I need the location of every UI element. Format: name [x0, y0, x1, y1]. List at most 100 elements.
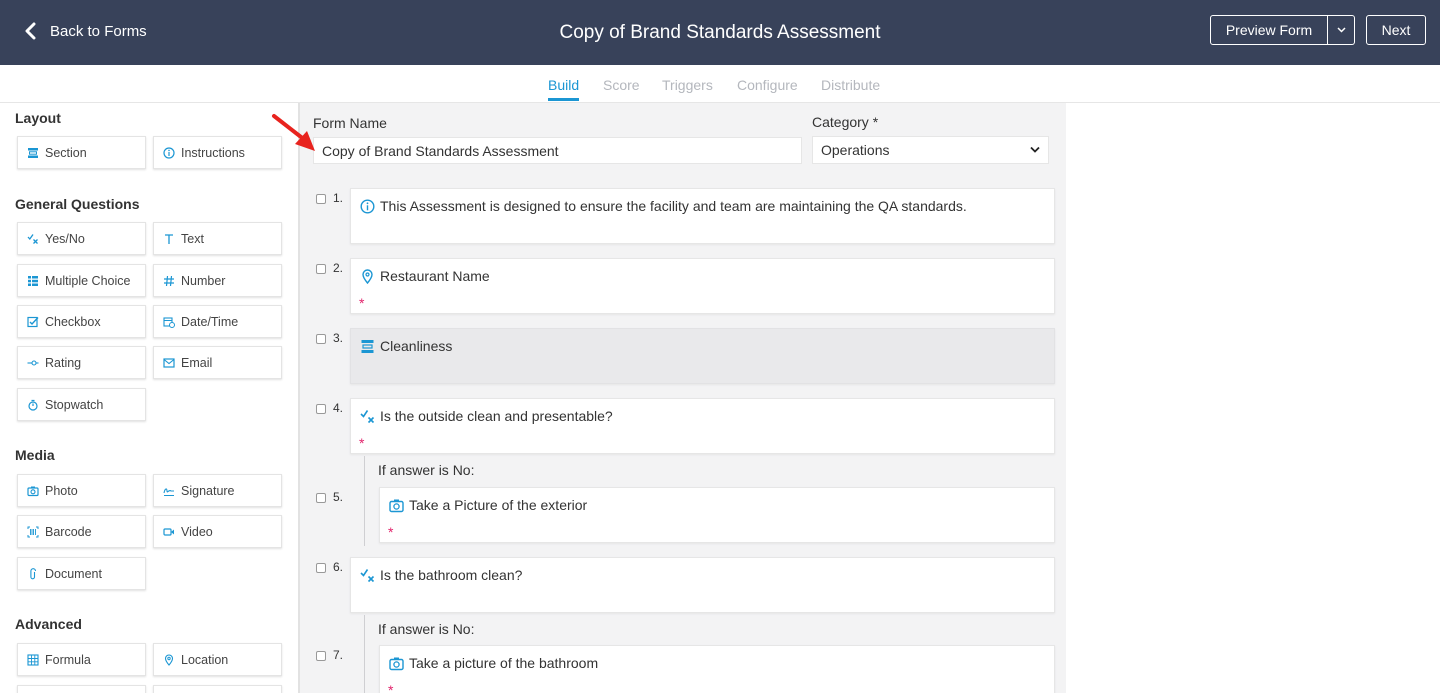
camera-icon [389, 657, 404, 671]
question-select-checkbox[interactable] [316, 651, 326, 661]
tool-instructions[interactable]: Instructions [153, 136, 282, 169]
tool-stopwatch[interactable]: Stopwatch [17, 388, 146, 421]
question-card[interactable]: Restaurant Name * [350, 258, 1055, 314]
category-value: Operations [821, 142, 890, 158]
tool-label: Date/Time [181, 314, 239, 329]
tool-document[interactable]: Document [17, 557, 146, 590]
tab-triggers[interactable]: Triggers [662, 77, 713, 93]
question-text: Restaurant Name [380, 268, 490, 284]
tool-checkbox[interactable]: Checkbox [17, 305, 146, 338]
stopwatch-icon [28, 399, 38, 411]
required-marker: * [359, 295, 365, 311]
category-select[interactable]: Operations [812, 136, 1049, 164]
tool-label: Checkbox [45, 314, 101, 329]
required-marker: * [388, 682, 394, 693]
rating-icon [27, 359, 39, 366]
required-marker: * [359, 435, 365, 451]
tool-signature[interactable]: Signature [153, 474, 282, 507]
paperclip-icon [30, 567, 37, 579]
question-select-checkbox[interactable] [316, 563, 326, 573]
question-number: 7. [333, 648, 344, 662]
tool-rating[interactable]: Rating [17, 346, 146, 379]
tool-yes-no[interactable]: Yes/No [17, 222, 146, 255]
question-card[interactable]: Is the bathroom clean? [350, 557, 1055, 613]
info-icon [360, 199, 375, 214]
tool-label: Text [181, 231, 204, 246]
question-number: 3. [333, 331, 344, 345]
tool-label: Section [45, 145, 87, 160]
question-number: 6. [333, 560, 344, 574]
text-icon [165, 233, 173, 244]
form-builder-canvas: Form Name Copy of Brand Standards Assess… [300, 103, 1066, 693]
question-text: Is the bathroom clean? [380, 567, 523, 583]
question-toolbox: Layout Section Instructions General Ques… [0, 103, 300, 693]
question-card[interactable]: This Assessment is designed to ensure th… [350, 188, 1055, 244]
tool-label: Email [181, 355, 213, 370]
barcode-icon [27, 526, 39, 537]
back-to-forms-link[interactable]: Back to Forms [24, 22, 147, 40]
tool-label: Instructions [181, 145, 245, 160]
tab-build[interactable]: Build [548, 77, 580, 101]
form-name-input[interactable]: Copy of Brand Standards Assessment [313, 137, 802, 164]
tool-section[interactable]: Section [17, 136, 146, 169]
question-card[interactable]: Take a Picture of the exterior * [379, 487, 1055, 543]
required-marker: * [388, 524, 394, 540]
condition-label: If answer is No: [378, 621, 475, 637]
question-card[interactable]: Take a picture of the bathroom * [379, 645, 1055, 693]
checkbox-icon [27, 316, 39, 327]
tool-label: Formula [45, 652, 91, 667]
tab-distribute[interactable]: Distribute [821, 77, 880, 93]
group-title-advanced: Advanced [15, 616, 82, 632]
tool-multiple-choice[interactable]: Multiple Choice [17, 264, 146, 297]
yes-no-icon [27, 233, 38, 244]
tool-date-time[interactable]: Date/Time [153, 305, 282, 338]
category-label: Category * [812, 114, 879, 130]
tool-label: Rating [45, 355, 82, 370]
tool-number[interactable]: Number [153, 264, 282, 297]
tool-email[interactable]: Email [153, 346, 282, 379]
top-bar: Back to Forms Copy of Brand Standards As… [0, 0, 1440, 65]
tab-configure[interactable]: Configure [737, 77, 798, 93]
tool-more[interactable] [17, 685, 146, 693]
next-button[interactable]: Next [1366, 15, 1426, 45]
question-select-checkbox[interactable] [316, 334, 326, 344]
email-icon [163, 357, 175, 368]
question-number: 5. [333, 490, 344, 504]
condition-label: If answer is No: [378, 462, 475, 478]
preview-form-button[interactable]: Preview Form [1210, 15, 1328, 45]
preview-options-button[interactable] [1328, 15, 1355, 45]
section-card[interactable]: Cleanliness [350, 328, 1055, 384]
tool-label: Photo [45, 483, 78, 498]
question-number: 4. [333, 401, 344, 415]
camera-icon [389, 499, 404, 513]
tool-text[interactable]: Text [153, 222, 282, 255]
location-icon [164, 653, 174, 666]
preview-button-group: Preview Form [1210, 15, 1355, 45]
back-label: Back to Forms [50, 22, 147, 40]
question-select-checkbox[interactable] [316, 493, 326, 503]
tool-label: Document [45, 566, 102, 581]
section-title: Cleanliness [380, 338, 453, 354]
conditional-connector [364, 456, 365, 546]
info-icon [163, 146, 175, 159]
tool-location[interactable]: Location [153, 643, 282, 676]
chevron-down-icon [1030, 146, 1040, 153]
formula-icon [27, 653, 39, 666]
tool-video[interactable]: Video [153, 515, 282, 548]
tool-label: Stopwatch [45, 397, 104, 412]
question-select-checkbox[interactable] [316, 264, 326, 274]
tool-barcode[interactable]: Barcode [17, 515, 146, 548]
location-icon [362, 269, 373, 284]
question-number: 1. [333, 191, 344, 205]
question-card[interactable]: Is the outside clean and presentable? * [350, 398, 1055, 454]
section-icon [361, 340, 374, 353]
question-select-checkbox[interactable] [316, 404, 326, 414]
tool-more[interactable] [153, 685, 282, 693]
tool-photo[interactable]: Photo [17, 474, 146, 507]
tab-score[interactable]: Score [603, 77, 640, 93]
tool-formula[interactable]: Formula [17, 643, 146, 676]
question-number: 2. [333, 261, 344, 275]
conditional-connector [364, 615, 365, 693]
question-select-checkbox[interactable] [316, 194, 326, 204]
camera-icon [27, 486, 39, 496]
